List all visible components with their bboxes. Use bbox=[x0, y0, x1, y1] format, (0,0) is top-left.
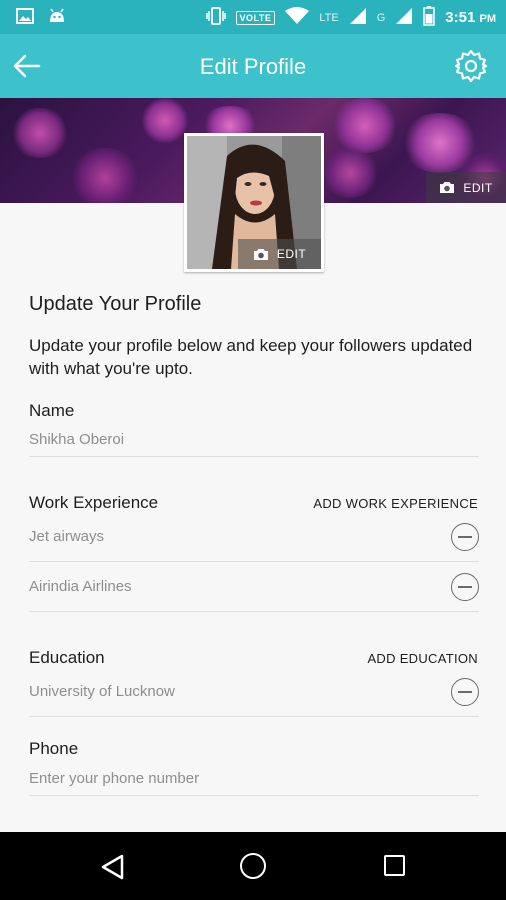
phone-label: Phone bbox=[29, 739, 79, 758]
cover-edit-label: EDIT bbox=[463, 180, 493, 195]
lte-label: LTE bbox=[319, 11, 339, 24]
phone-input[interactable]: Enter your phone number bbox=[29, 770, 199, 787]
divider bbox=[29, 561, 479, 562]
battery-icon bbox=[423, 6, 436, 29]
settings-button[interactable] bbox=[454, 49, 488, 83]
divider bbox=[29, 716, 479, 717]
cover-edit-button[interactable]: EDIT bbox=[426, 172, 506, 203]
section-description: Update your profile below and keep your … bbox=[29, 336, 473, 378]
avatar-edit-button[interactable]: EDIT bbox=[238, 239, 321, 269]
clock: 3:51 PM bbox=[445, 9, 496, 26]
signal-icon bbox=[349, 7, 367, 28]
divider bbox=[29, 795, 479, 796]
camera-icon bbox=[440, 182, 455, 193]
volte-badge: VOLTE bbox=[235, 10, 276, 25]
triangle-back-icon bbox=[101, 854, 124, 880]
status-bar: VOLTE LTE G 3:51 PM bbox=[0, 0, 506, 34]
work-experience-item: Airindia Airlines bbox=[29, 578, 132, 595]
name-label: Name bbox=[29, 401, 75, 420]
education-item: University of Lucknow bbox=[29, 683, 175, 700]
name-field[interactable]: Shikha Oberoi bbox=[29, 431, 124, 448]
nav-back-button[interactable] bbox=[100, 854, 126, 885]
remove-work-experience-button[interactable] bbox=[451, 523, 479, 551]
add-work-experience-button[interactable]: ADD WORK EXPERIENCE bbox=[313, 496, 478, 511]
android-icon bbox=[48, 8, 66, 29]
work-experience-item: Jet airways bbox=[29, 528, 105, 545]
app-bar: Edit Profile bbox=[0, 34, 506, 98]
camera-icon bbox=[253, 248, 268, 260]
remove-education-button[interactable] bbox=[451, 678, 479, 706]
page-title: Edit Profile bbox=[199, 54, 307, 79]
divider bbox=[29, 456, 479, 457]
gallery-icon bbox=[16, 8, 34, 29]
wifi-icon bbox=[285, 7, 310, 28]
divider bbox=[29, 611, 479, 612]
g-label: G bbox=[376, 11, 386, 24]
work-experience-label: Work Experience bbox=[29, 493, 159, 512]
nav-recents-button[interactable] bbox=[384, 855, 405, 876]
avatar-edit-label: EDIT bbox=[276, 247, 307, 261]
section-heading: Update Your Profile bbox=[29, 293, 202, 315]
vibrate-icon bbox=[205, 7, 226, 28]
signal-icon-2 bbox=[395, 7, 413, 28]
education-label: Education bbox=[29, 648, 105, 667]
remove-work-experience-button[interactable] bbox=[451, 573, 479, 601]
gear-icon bbox=[454, 49, 488, 83]
nav-home-button[interactable] bbox=[240, 853, 266, 879]
add-education-button[interactable]: ADD EDUCATION bbox=[367, 651, 478, 666]
system-nav-bar bbox=[0, 832, 506, 900]
